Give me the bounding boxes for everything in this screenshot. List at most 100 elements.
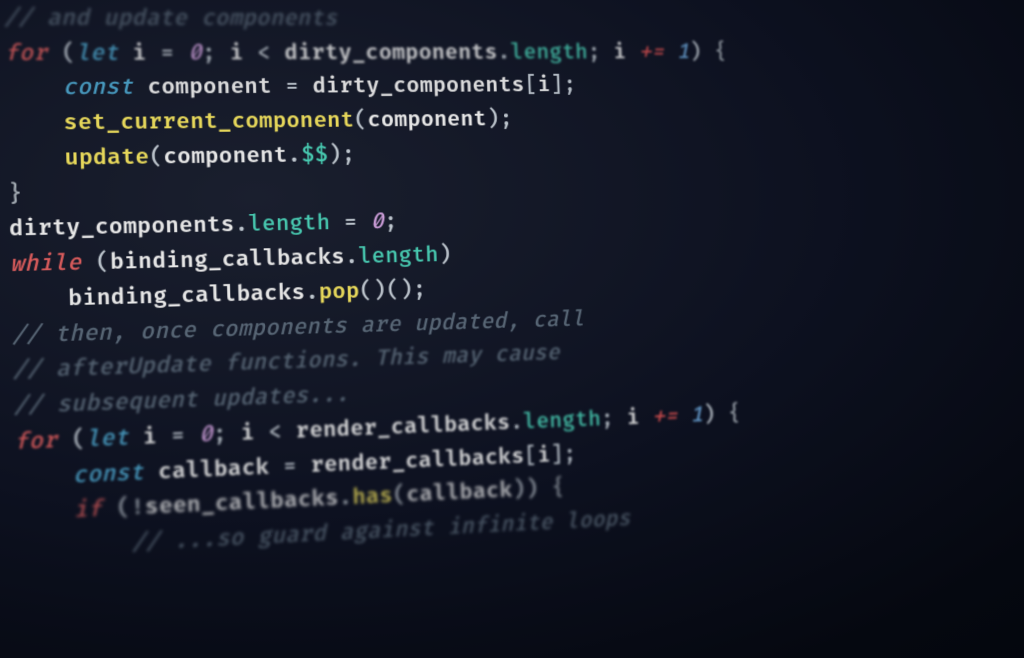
- token-op: (: [354, 107, 368, 134]
- token-id: i: [537, 72, 551, 98]
- token-anum: 1: [676, 39, 690, 65]
- token-op: =: [271, 73, 313, 100]
- token-op: ];: [550, 440, 577, 467]
- token-op: =: [330, 209, 371, 236]
- token-id: component: [133, 73, 272, 101]
- token-id: i: [626, 404, 640, 431]
- token-op: (!: [102, 494, 145, 523]
- token-op: (: [392, 482, 406, 509]
- token-id: dirty_components: [312, 72, 525, 99]
- token-kw: for: [4, 39, 48, 66]
- token-fn: update: [64, 143, 149, 171]
- editor-viewport: // first, call beforeUpdate functions// …: [0, 0, 1024, 658]
- token-id: dirty_components: [284, 39, 498, 66]
- token-id: callback: [406, 477, 513, 509]
- token-br: }: [8, 180, 23, 208]
- token-op: [11, 285, 69, 314]
- token-op: .: [305, 279, 319, 306]
- token-op: .: [287, 142, 301, 169]
- token-nu: 0: [370, 209, 384, 236]
- token-op: ): [438, 241, 452, 268]
- token-id: i: [118, 39, 147, 66]
- token-kw2: const: [72, 458, 144, 489]
- token-op: ;: [213, 420, 242, 448]
- token-op: .: [234, 211, 249, 238]
- code-line: // and update components: [3, 1, 1024, 36]
- token-id: i: [613, 39, 627, 65]
- token-op: [16, 497, 74, 527]
- token-anum: 1: [690, 402, 704, 428]
- token-op: =: [157, 421, 200, 450]
- token-id: component: [163, 142, 288, 170]
- token-id: render_callbacks: [310, 443, 525, 479]
- token-kw: for: [14, 427, 58, 456]
- token-id: i: [537, 441, 551, 468]
- token-id: i: [229, 39, 244, 66]
- token-op: .: [510, 409, 524, 436]
- token-kw2: let: [86, 424, 129, 453]
- token-op: ()();: [359, 276, 427, 304]
- token-op: ;: [202, 39, 230, 66]
- token-op: .: [344, 243, 358, 270]
- token-id: binding_callbacks: [68, 279, 306, 312]
- token-pr: length: [358, 242, 439, 270]
- token-id: i: [240, 419, 255, 447]
- token-nu: 0: [188, 39, 203, 66]
- token-op: .: [338, 484, 352, 512]
- token-pr: length: [248, 210, 331, 238]
- token-op: [15, 461, 73, 491]
- token-op: [5, 74, 63, 102]
- token-op: [7, 144, 65, 172]
- token-op: [6, 109, 64, 137]
- token-op: ];: [550, 72, 577, 98]
- token-pr: length: [523, 406, 602, 435]
- token-br: {: [551, 475, 565, 502]
- token-cm: // and update components: [4, 4, 338, 31]
- token-op: ): [703, 401, 729, 428]
- token-pr: $$: [301, 141, 329, 168]
- token-nu: 0: [199, 421, 214, 449]
- token-op: <: [243, 39, 285, 66]
- token-op: ;: [384, 208, 398, 235]
- token-kw2: let: [76, 39, 119, 66]
- token-id: dirty_components: [9, 211, 235, 242]
- token-op: [664, 39, 678, 65]
- token-br: {: [728, 400, 742, 426]
- token-pr: length: [510, 39, 588, 65]
- code-block[interactable]: // first, call beforeUpdate functions// …: [3, 0, 1024, 568]
- token-br: {: [714, 39, 727, 64]
- token-op: (: [149, 143, 164, 170]
- code-line: for (let i = 0; i < dirty_components.len…: [4, 36, 1024, 72]
- token-kw: while: [10, 249, 82, 278]
- token-op: )): [512, 475, 552, 503]
- token-op: <: [254, 417, 296, 446]
- token-id: render_callbacks: [295, 409, 510, 444]
- token-op: =: [269, 451, 311, 480]
- token-fn: pop: [318, 278, 359, 306]
- token-op: =: [146, 39, 189, 66]
- token-op: [: [524, 72, 538, 98]
- token-id: binding_callbacks: [110, 244, 346, 276]
- token-ared: +=: [638, 39, 664, 65]
- token-op: [677, 402, 691, 428]
- token-op: ;: [601, 405, 628, 432]
- token-op: .: [497, 39, 511, 65]
- token-op: [: [524, 442, 538, 469]
- token-kw2: const: [62, 74, 133, 101]
- token-op: (: [57, 425, 86, 454]
- token-op: ;: [587, 39, 613, 65]
- token-op: [17, 530, 132, 563]
- token-op: );: [328, 141, 356, 168]
- token-id: i: [128, 423, 157, 451]
- token-op: );: [486, 106, 513, 132]
- token-op: (: [47, 39, 76, 66]
- token-id: callback: [144, 453, 270, 486]
- token-op: ): [689, 39, 715, 65]
- token-op: (: [81, 249, 110, 277]
- token-fn: set_current_component: [63, 107, 354, 136]
- token-kw: if: [73, 496, 102, 525]
- token-id: seen_callbacks: [144, 485, 339, 521]
- token-fn: has: [352, 482, 393, 511]
- token-ared: +=: [652, 403, 678, 430]
- token-id: component: [367, 106, 487, 133]
